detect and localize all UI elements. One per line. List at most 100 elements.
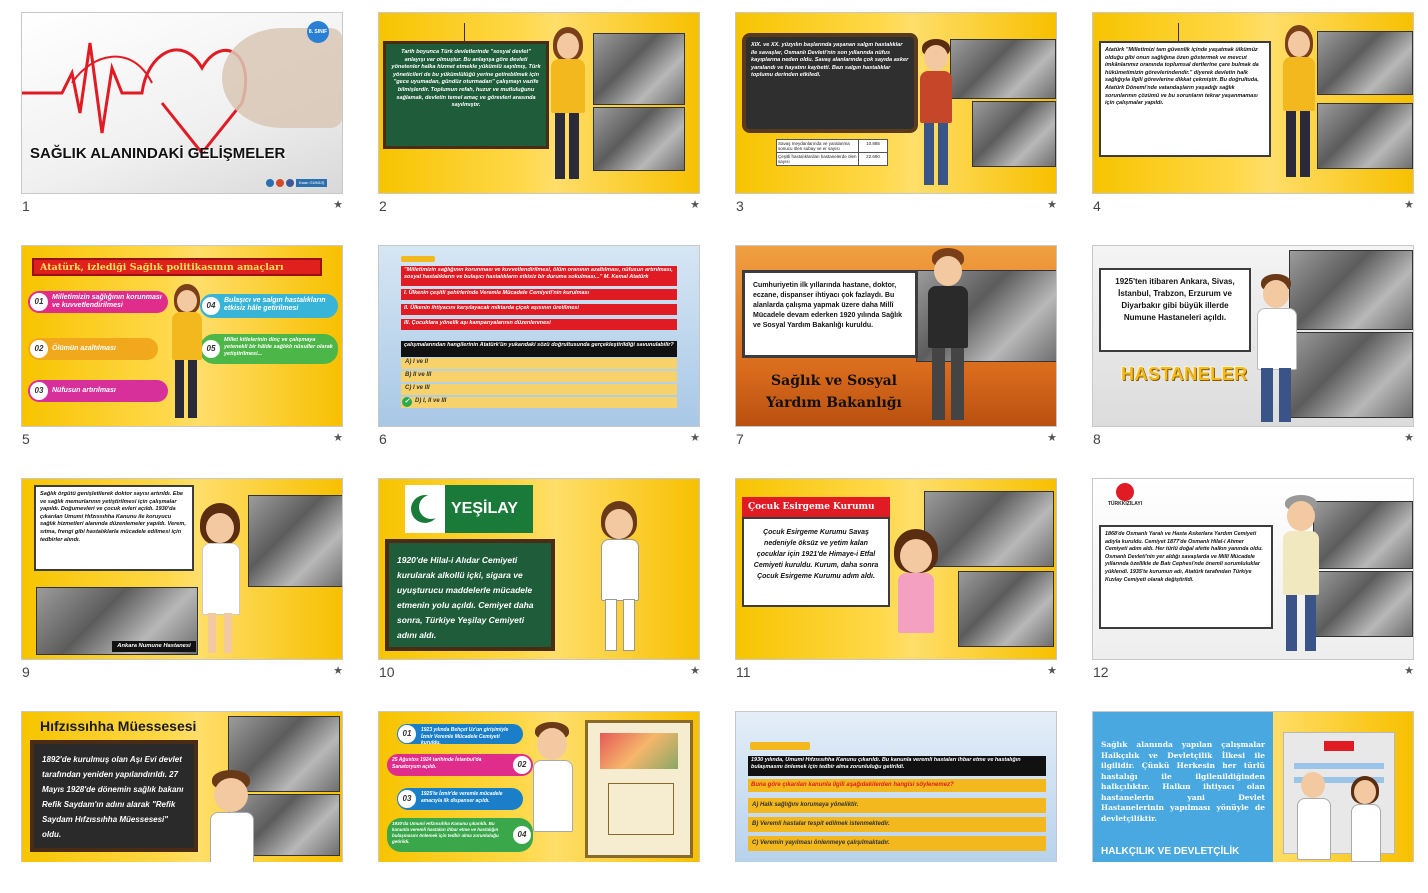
answer-option-correct[interactable]: ✓ D) I, II ve III — [401, 397, 677, 408]
doctor-illustration — [527, 722, 577, 862]
item-text: 1930'da Umumi Hıfzıssıhha Kanunu çıkarıl… — [392, 821, 499, 844]
item-text: Ölümün azaltılması — [52, 345, 116, 352]
kizilay-logo: TÜRKKIZILAYI — [1105, 483, 1145, 515]
slide-thumbnail-9[interactable]: Sağlık örgütü genişletilerek doktor sayı… — [21, 478, 343, 680]
slide-canvas: TÜRKKIZILAYI 1868'de Osmanlı Yaralı ve H… — [1092, 478, 1414, 660]
goal-item: 05 Millet kitlelerinin dinç ve çalışmaya… — [200, 334, 338, 364]
slide-thumbnail-16[interactable]: Sağlık alanında yapılan çalışmalar Halkç… — [1092, 711, 1414, 893]
item-text: Milletimizin sağlığının korunması ve kuv… — [52, 294, 162, 309]
slide-number: 11 — [736, 664, 751, 680]
slide-thumbnail-14[interactable]: 01 1923 yılında Behçet Uz'un girişimiyle… — [378, 711, 700, 893]
answer-option[interactable]: A) I ve II — [401, 358, 677, 369]
slide-thumbnail-7[interactable]: Cumhuriyetin ilk yıllarında hastane, dok… — [735, 245, 1057, 447]
slide-thumbnail-3[interactable]: XIX. ve XX. yüzyılın başlarında yaşanan … — [735, 12, 1057, 214]
whiteboard-text: 1868'de Osmanlı Yaralı ve Hasta Askerlar… — [1099, 525, 1273, 629]
chalkboard-text: XIX. ve XX. yüzyılın başlarında yaşanan … — [742, 33, 918, 133]
slide-number: 4 — [1093, 198, 1101, 214]
slide-canvas: 8. SINIF SAĞLIK ALANINDAKİ GELİŞMELER Ka… — [21, 12, 343, 194]
slide-thumbnail-15[interactable]: 1930 yılında, Umumi Hıfzıssıhha Kanunu ç… — [735, 711, 1057, 893]
hospital-staff-photo — [1289, 332, 1413, 418]
animation-star-icon[interactable]: ★ — [1047, 431, 1057, 444]
panel-text: Sağlık alanında yapılan çalışmalar Halkç… — [1101, 740, 1265, 823]
pencil-icon — [750, 742, 810, 750]
slide-canvas: Çocuk Esirgeme Kurumu Çocuk Esirgeme Kur… — [735, 478, 1057, 660]
red-cross-sign — [1324, 741, 1354, 751]
hospital-photo — [1289, 250, 1413, 330]
animation-star-icon[interactable]: ★ — [1404, 198, 1414, 211]
item-text: Nüfusun artırılması — [52, 387, 116, 394]
statistics-table: Savaş meydanlarında ve yaralanma sonucu … — [776, 139, 888, 166]
nurse-illustration — [589, 501, 649, 651]
slide-title: Sağlık ve Sosyal Yardım Bakanlığı — [766, 373, 902, 411]
info-board-text: 1925'ten itibaren Ankara, Sivas, İstanbu… — [1099, 268, 1251, 352]
question-quote: "Milletimizin sağlığının korunması ve ku… — [401, 266, 677, 286]
animation-star-icon[interactable]: ★ — [1047, 664, 1057, 677]
nurse-illustration — [192, 503, 248, 657]
slide-number: 8 — [1093, 431, 1101, 447]
slide-thumbnail-2[interactable]: Tarih boyunca Türk devletlerinde "sosyal… — [378, 12, 700, 214]
slide-canvas: Atatürk "Milletimizi tam güvenlik içinde… — [1092, 12, 1414, 194]
whiteboard-text: Çocuk Esirgeme Kurumu Savaş nedeniyle ök… — [742, 517, 890, 607]
logo-text: TÜRKKIZILAYI — [1107, 501, 1143, 507]
answer-option[interactable]: A) Halk sağlığını korumaya yöneliktir. — [748, 798, 1046, 813]
answer-option[interactable]: C) Veremin yayılması önlenmeye çalışılma… — [748, 836, 1046, 851]
logo-text: YEŞİLAY — [451, 500, 518, 517]
slide-thumbnail-1[interactable]: 8. SINIF SAĞLIK ALANINDAKİ GELİŞMELER Ka… — [21, 12, 343, 214]
slide-thumbnail-5[interactable]: Atatürk, izlediği Sağlık politikasının a… — [21, 245, 343, 447]
nurse-illustration — [886, 529, 946, 659]
slide-thumbnail-6[interactable]: "Milletimizin sağlığının korunması ve ku… — [378, 245, 700, 447]
answer-option[interactable]: B) Veremli hastalar tespit edilmek isten… — [748, 817, 1046, 832]
item-number: 03 — [30, 382, 48, 400]
slide-canvas: 1930 yılında, Umumi Hıfzıssıhha Kanunu ç… — [735, 711, 1057, 862]
animation-star-icon[interactable]: ★ — [1404, 664, 1414, 677]
goal-item: 04 Bulaşıcı ve salgın hastalıkların etki… — [200, 294, 338, 318]
goal-item: 01 Milletimizin sağlığının korunması ve … — [28, 291, 168, 313]
slide-number: 9 — [22, 664, 30, 680]
info-board-text: Cumhuriyetin ilk yıllarında hastane, dok… — [742, 270, 918, 358]
teacher-illustration — [914, 39, 958, 189]
slide-canvas: "Milletimizin sağlığının korunması ve ku… — [378, 245, 700, 427]
item-text: 1925'te İzmir'de veremle mücadele amacıy… — [421, 791, 503, 804]
slide-title: HASTANELER — [1121, 364, 1248, 384]
animation-star-icon[interactable]: ★ — [690, 198, 700, 211]
historical-photo — [1313, 571, 1413, 637]
slide-thumbnail-10[interactable]: YEŞİLAY 1920'de Hilal-i Alıdar Cemiyeti … — [378, 478, 700, 680]
author-label: Kaan GÜMÜŞ — [296, 179, 328, 187]
animation-star-icon[interactable]: ★ — [333, 198, 343, 211]
question-item: III. Çocuklara yönelik aşı kampanyaların… — [401, 319, 677, 330]
question-prompt: Buna göre çıkarılan kanunla ilgili aşağı… — [748, 779, 1046, 792]
slide-canvas: YEŞİLAY 1920'de Hilal-i Alıdar Cemiyeti … — [378, 478, 700, 660]
slide-thumbnail-11[interactable]: Çocuk Esirgeme Kurumu Çocuk Esirgeme Kur… — [735, 478, 1057, 680]
item-number: 02 — [30, 340, 48, 358]
animation-star-icon[interactable]: ★ — [690, 664, 700, 677]
slide-number: 3 — [736, 198, 744, 214]
item-text: Bulaşıcı ve salgın hastalıkların etkisiz… — [224, 297, 326, 312]
historical-photo — [950, 39, 1056, 99]
teacher-illustration — [1275, 25, 1323, 185]
slide-thumbnail-12[interactable]: TÜRKKIZILAYI 1868'de Osmanlı Yaralı ve H… — [1092, 478, 1414, 680]
answer-option[interactable]: B) II ve III — [401, 371, 677, 382]
slide-number: 12 — [1093, 664, 1109, 680]
slide-title: HALKÇILIK VE DEVLETÇİLİK — [1101, 846, 1240, 857]
slide-number: 10 — [379, 664, 395, 680]
slide-thumbnail-4[interactable]: Atatürk "Milletimizi tam güvenlik içinde… — [1092, 12, 1414, 214]
slide-thumbnail-8[interactable]: 1925'ten itibaren Ankara, Sivas, İstanbu… — [1092, 245, 1414, 447]
animation-star-icon[interactable]: ★ — [1047, 198, 1057, 211]
slide-canvas: 01 1923 yılında Behçet Uz'un girişimiyle… — [378, 711, 700, 862]
historical-photo — [972, 101, 1056, 167]
answer-option[interactable]: C) I ve III — [401, 384, 677, 395]
slide-number: 5 — [22, 431, 30, 447]
slide-thumbnail-13[interactable]: Hıfzıssıhha Müessesesi 1892'de kurulmuş … — [21, 711, 343, 893]
board-string — [1178, 23, 1179, 41]
animation-star-icon[interactable]: ★ — [1404, 431, 1414, 444]
goal-item: 02 Ölümün azaltılması — [28, 338, 158, 360]
question-item: I. Ülkenin çeşitli şehirlerinde Veremle … — [401, 289, 677, 300]
animation-star-icon[interactable]: ★ — [333, 664, 343, 677]
slide-canvas: Sağlık alanında yapılan çalışmalar Halkç… — [1092, 711, 1414, 862]
hand-illustration — [222, 28, 342, 128]
animation-star-icon[interactable]: ★ — [333, 431, 343, 444]
slide-canvas: Hıfzıssıhha Müessesesi 1892'de kurulmuş … — [21, 711, 343, 862]
animation-star-icon[interactable]: ★ — [690, 431, 700, 444]
slide-number: 2 — [379, 198, 387, 214]
yesilay-logo: YEŞİLAY — [405, 485, 533, 533]
